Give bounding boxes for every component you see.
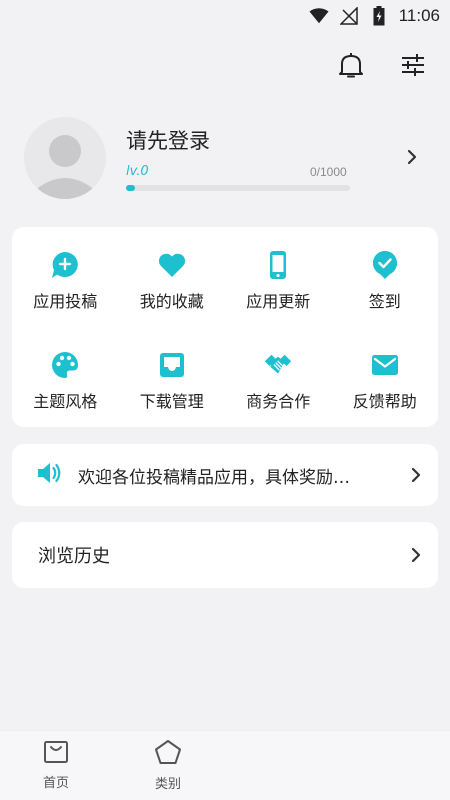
sliders-icon [400,53,426,81]
chevron-right-icon [408,545,424,565]
no-signal-icon [339,6,359,26]
grid-item-label: 下载管理 [139,392,204,411]
battery-charging-icon [369,6,389,26]
settings-button[interactable] [396,50,430,84]
handshake-icon [263,350,293,380]
nav-item-label: 首页 [42,776,69,791]
heart-icon [157,250,187,280]
wifi-icon [309,6,329,26]
grid-item-label: 商务合作 [246,392,311,411]
nav-item-label: 类别 [154,777,181,792]
top-actions [334,50,430,84]
login-prompt[interactable]: 请先登录 [126,125,210,155]
browse-history-row[interactable]: 浏览历史 [12,522,438,588]
experience-progress-fill [126,185,135,191]
grid-item-label: 签到 [368,292,401,311]
mine-screen: 11:06 请先登录 lv.0 0/1000 应用投稿 我的收藏 应用更新 签到… [0,0,450,800]
grid-item-favorites[interactable]: 我的收藏 [119,227,226,327]
grid-item-label: 应用更新 [246,292,311,311]
grid-item-check-in[interactable]: 签到 [332,227,439,327]
browse-history-label: 浏览历史 [38,546,110,567]
check-circle-icon [370,250,400,280]
chevron-right-icon[interactable] [404,147,420,167]
palette-icon [50,350,80,380]
grid-item-app-updates[interactable]: 应用更新 [225,227,332,327]
grid-item-submit-app[interactable]: 应用投稿 [12,227,119,327]
grid-item-label: 我的收藏 [139,292,204,311]
announcement-text: 欢迎各位投稿精品应用，具体奖励… [78,467,350,488]
grid-item-business-cooperation[interactable]: 商务合作 [225,327,332,427]
feature-grid-card: 应用投稿 我的收藏 应用更新 签到 主题风格 下载管理 商务合作 反馈帮助 [12,227,438,427]
grid-item-label: 应用投稿 [33,292,98,311]
experience-count: 0/1000 [310,165,347,179]
profile-header[interactable]: 请先登录 lv.0 0/1000 [24,115,426,203]
experience-progress-bar [126,185,350,191]
home-box-icon [43,740,69,768]
speaker-icon [36,461,62,489]
grid-item-label: 主题风格 [33,392,98,411]
mail-icon [370,350,400,380]
chevron-right-icon [408,465,424,485]
nav-item-categories[interactable]: 类别 [112,731,224,800]
chat-plus-icon [50,250,80,280]
grid-item-feedback-help[interactable]: 反馈帮助 [332,327,439,427]
announcement-bar[interactable]: 欢迎各位投稿精品应用，具体奖励… [12,444,438,506]
status-bar: 11:06 [0,0,450,32]
nav-item-home[interactable]: 首页 [0,731,112,800]
grid-item-label: 反馈帮助 [352,392,417,411]
tray-icon [157,350,187,380]
notification-button[interactable] [334,50,368,84]
grid-item-theme-style[interactable]: 主题风格 [12,327,119,427]
bell-icon [338,51,364,83]
status-time: 11:06 [398,6,440,25]
bottom-navigation: 首页 类别 [0,730,450,800]
user-level: lv.0 [126,164,149,179]
phone-icon [263,250,293,280]
pentagon-icon [154,739,182,769]
avatar[interactable] [24,117,106,199]
grid-item-download-manager[interactable]: 下载管理 [119,327,226,427]
